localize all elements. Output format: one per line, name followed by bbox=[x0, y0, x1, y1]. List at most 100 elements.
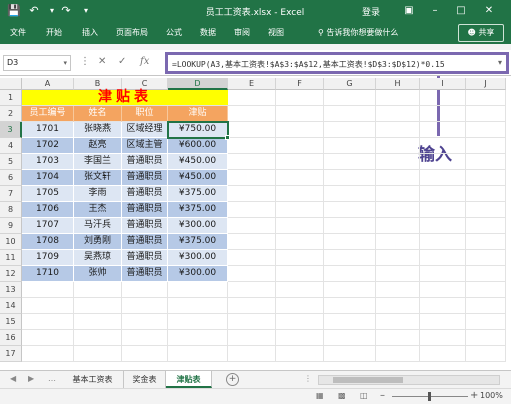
table-cell[interactable]: ¥450.00 bbox=[168, 154, 228, 170]
cell[interactable] bbox=[376, 234, 420, 250]
table-cell[interactable]: 普通职员 bbox=[122, 202, 168, 218]
table-header-cell[interactable]: 员工编号 bbox=[22, 106, 74, 122]
cell[interactable] bbox=[466, 298, 506, 314]
row-header-17[interactable]: 17 bbox=[0, 346, 22, 362]
table-cell[interactable]: ¥375.00 bbox=[168, 186, 228, 202]
column-header-d[interactable]: D bbox=[168, 78, 228, 90]
cell[interactable] bbox=[324, 186, 376, 202]
table-cell[interactable]: ¥300.00 bbox=[168, 266, 228, 282]
cell[interactable] bbox=[122, 314, 168, 330]
cell[interactable] bbox=[324, 314, 376, 330]
minimize-icon[interactable]: – bbox=[426, 3, 444, 19]
cell[interactable] bbox=[376, 266, 420, 282]
cell[interactable] bbox=[376, 154, 420, 170]
column-header-g[interactable]: G bbox=[324, 78, 376, 90]
cell[interactable] bbox=[324, 282, 376, 298]
table-cell[interactable]: 1705 bbox=[22, 186, 74, 202]
row-header-4[interactable]: 4 bbox=[0, 138, 22, 154]
table-cell[interactable]: ¥300.00 bbox=[168, 250, 228, 266]
cell[interactable] bbox=[376, 346, 420, 362]
cell[interactable] bbox=[228, 122, 276, 138]
column-header-i[interactable]: I bbox=[420, 78, 466, 90]
cell[interactable] bbox=[376, 330, 420, 346]
tab-data[interactable]: 数据 bbox=[200, 27, 216, 38]
cell[interactable] bbox=[466, 106, 506, 122]
row-header-8[interactable]: 8 bbox=[0, 202, 22, 218]
table-cell[interactable]: 普通职员 bbox=[122, 170, 168, 186]
cell[interactable] bbox=[420, 138, 466, 154]
table-cell[interactable]: ¥375.00 bbox=[168, 202, 228, 218]
row-header-1[interactable]: 1 bbox=[0, 90, 22, 106]
ribbon-options-icon[interactable]: ▣ bbox=[400, 3, 418, 19]
cell[interactable] bbox=[228, 138, 276, 154]
table-header-cell[interactable]: 津贴 bbox=[168, 106, 228, 122]
cell[interactable] bbox=[22, 314, 74, 330]
row-header-6[interactable]: 6 bbox=[0, 170, 22, 186]
table-cell[interactable]: 普通职员 bbox=[122, 186, 168, 202]
cell[interactable] bbox=[276, 218, 324, 234]
fill-handle[interactable] bbox=[225, 135, 230, 140]
zoom-in-icon[interactable]: + bbox=[470, 390, 478, 401]
add-sheet-button[interactable]: + bbox=[226, 373, 239, 386]
cell[interactable] bbox=[228, 346, 276, 362]
cell[interactable] bbox=[466, 186, 506, 202]
table-cell[interactable]: 1701 bbox=[22, 122, 74, 138]
cell[interactable] bbox=[228, 266, 276, 282]
select-all-corner[interactable] bbox=[0, 78, 22, 90]
cell[interactable] bbox=[22, 298, 74, 314]
formula-input[interactable]: =LOOKUP(A3,基本工资表!$A$3:$A$12,基本工资表!$D$3:$… bbox=[165, 52, 509, 74]
table-cell[interactable]: 李国兰 bbox=[74, 154, 122, 170]
cell[interactable] bbox=[376, 90, 420, 106]
cell[interactable] bbox=[228, 218, 276, 234]
cell[interactable] bbox=[74, 298, 122, 314]
row-header-10[interactable]: 10 bbox=[0, 234, 22, 250]
zoom-level[interactable]: 100% bbox=[480, 391, 503, 400]
tab-page-layout[interactable]: 页面布局 bbox=[116, 27, 148, 38]
table-cell[interactable]: 刘勇刚 bbox=[74, 234, 122, 250]
table-cell[interactable]: 1708 bbox=[22, 234, 74, 250]
cell[interactable] bbox=[122, 346, 168, 362]
quick-access-menu-icon[interactable]: ▾ bbox=[78, 3, 94, 19]
cell[interactable] bbox=[466, 282, 506, 298]
cell[interactable] bbox=[276, 266, 324, 282]
cell[interactable] bbox=[420, 282, 466, 298]
cell[interactable] bbox=[324, 298, 376, 314]
cell[interactable] bbox=[276, 154, 324, 170]
cell[interactable] bbox=[420, 330, 466, 346]
cell[interactable] bbox=[228, 202, 276, 218]
table-cell[interactable]: 普通职员 bbox=[122, 266, 168, 282]
cell[interactable] bbox=[276, 314, 324, 330]
cell[interactable] bbox=[22, 346, 74, 362]
sheet-tab-bonus[interactable]: 奖金表 bbox=[124, 371, 166, 388]
row-header-15[interactable]: 15 bbox=[0, 314, 22, 330]
table-cell[interactable]: 1702 bbox=[22, 138, 74, 154]
cell[interactable] bbox=[228, 250, 276, 266]
sheet-next-icon[interactable]: ▶ bbox=[28, 374, 34, 383]
enter-icon[interactable]: ✓ bbox=[118, 56, 126, 67]
column-header-h[interactable]: H bbox=[376, 78, 420, 90]
cell[interactable] bbox=[276, 298, 324, 314]
cell[interactable] bbox=[376, 170, 420, 186]
row-header-3[interactable]: 3 bbox=[0, 122, 22, 138]
table-cell[interactable]: 区域经理 bbox=[122, 122, 168, 138]
table-header-cell[interactable]: 姓名 bbox=[74, 106, 122, 122]
cell[interactable] bbox=[324, 202, 376, 218]
normal-view-icon[interactable]: ▦ bbox=[316, 391, 324, 400]
cell[interactable] bbox=[420, 218, 466, 234]
row-header-5[interactable]: 5 bbox=[0, 154, 22, 170]
cell[interactable] bbox=[324, 170, 376, 186]
cell[interactable] bbox=[420, 170, 466, 186]
cell[interactable] bbox=[276, 282, 324, 298]
cell[interactable] bbox=[376, 282, 420, 298]
cell[interactable] bbox=[466, 234, 506, 250]
cell[interactable] bbox=[324, 218, 376, 234]
cell[interactable] bbox=[324, 106, 376, 122]
cell[interactable] bbox=[324, 250, 376, 266]
row-header-13[interactable]: 13 bbox=[0, 282, 22, 298]
cell[interactable] bbox=[228, 314, 276, 330]
cell[interactable] bbox=[420, 234, 466, 250]
table-cell[interactable]: 普通职员 bbox=[122, 234, 168, 250]
cell[interactable] bbox=[324, 234, 376, 250]
table-cell[interactable]: 普通职员 bbox=[122, 218, 168, 234]
cell[interactable] bbox=[466, 314, 506, 330]
